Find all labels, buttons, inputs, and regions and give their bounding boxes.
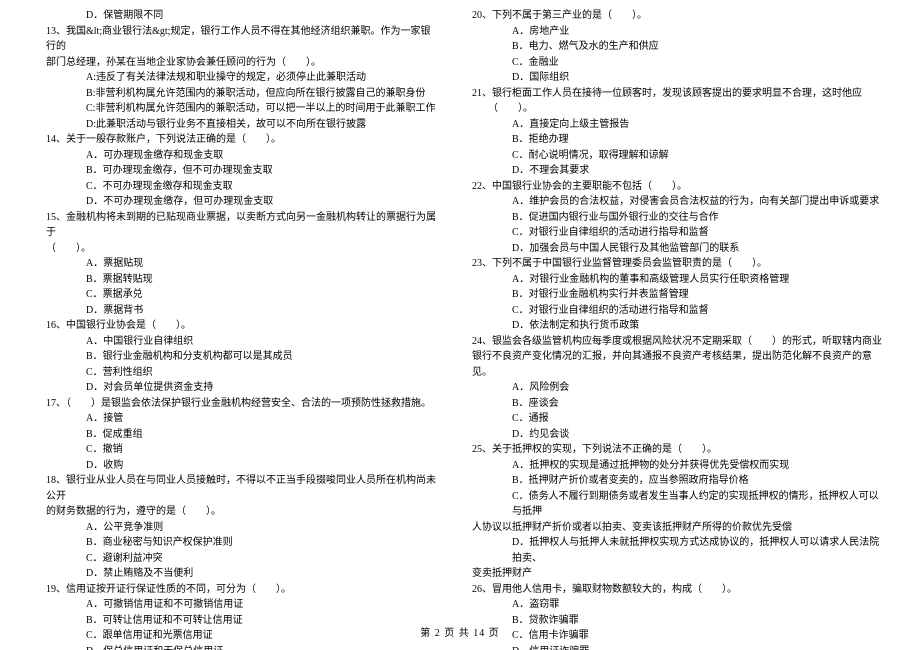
- q17-option-d: D．收购: [38, 458, 438, 474]
- q23-option-d: D．依法制定和执行货币政策: [464, 318, 882, 334]
- q21-stem: 21、银行柜面工作人员在接待一位顾客时，发现该顾客提出的要求明显不合理，这时他应: [464, 86, 882, 102]
- q21-option-a: A．直接定向上级主管报告: [464, 117, 882, 133]
- q14-option-b: B．可办理现金缴存，但不可办理现金支取: [38, 163, 438, 179]
- q16-option-d: D．对会员单位提供资金支持: [38, 380, 438, 396]
- q21-option-c: C．耐心说明情况，取得理解和谅解: [464, 148, 882, 164]
- q13-stem: 13、我国&lt;商业银行法&gt;规定，银行工作人员不得在其他经济组织兼职。作…: [38, 24, 438, 55]
- q18-stem: 18、银行业从业人员在与同业人员接触时，不得以不正当手段掇唆同业人员所在机构尚未…: [38, 473, 438, 504]
- page-footer: 第 2 页 共 14 页: [0, 626, 920, 642]
- q22-option-a: A．维护会员的合法权益，对侵害会员合法权益的行为，向有关部门提出申诉或要求: [464, 194, 882, 210]
- q14-option-d: D．不可办理现金缴存，但可办理现金支取: [38, 194, 438, 210]
- q20-option-c: C．金融业: [464, 55, 882, 71]
- page-body: D．保管期限不同 13、我国&lt;商业银行法&gt;规定，银行工作人员不得在其…: [0, 0, 920, 650]
- q13-option-d: D:此兼职活动与银行业务不直接相关，故可以不向所在银行披露: [38, 117, 438, 133]
- q19-stem: 19、信用证按开证行保证性质的不同，可分为（ ）。: [38, 582, 438, 598]
- q24-option-c: C．通报: [464, 411, 882, 427]
- q15-option-c: C．票据承兑: [38, 287, 438, 303]
- q17-stem: 17、（ ）是银监会依法保护银行业金融机构经营安全、合法的一项预防性拯救措施。: [38, 396, 438, 412]
- right-column: 20、下列不属于第三产业的是（ ）。 A．房地产业 B．电力、燃气及水的生产和供…: [460, 8, 882, 650]
- q26-stem: 26、冒用他人信用卡，骗取财物数额较大的，构成（ ）。: [464, 582, 882, 598]
- q13-stem-cont: 部门总经理，孙某在当地企业家协会兼任顾问的行为（ ）。: [38, 55, 438, 71]
- q22-option-d: D．加强会员与中国人民银行及其他监管部门的联系: [464, 241, 882, 257]
- q23-option-a: A．对银行业金融机构的董事和高级管理人员实行任职资格管理: [464, 272, 882, 288]
- q23-stem: 23、下列不属于中国银行业监督管理委员会监管职责的是（ ）。: [464, 256, 882, 272]
- q25-stem: 25、关于抵押权的实现，下列说法不正确的是（ ）。: [464, 442, 882, 458]
- q12-option-d: D．保管期限不同: [38, 8, 438, 24]
- q13-option-c: C:非营利机构属允许范围内的兼职活动，可以把一半以上的时间用于此兼职工作: [38, 101, 438, 117]
- q20-stem: 20、下列不属于第三产业的是（ ）。: [464, 8, 882, 24]
- q24-stem-cont: 银行不良资产变化情况的汇报，并向其通报不良资产考核结果，提出防范化解不良资产的意…: [464, 349, 882, 380]
- q16-stem: 16、中国银行业协会是（ ）。: [38, 318, 438, 334]
- q15-stem-cont: （ ）。: [38, 241, 438, 257]
- left-column: D．保管期限不同 13、我国&lt;商业银行法&gt;规定，银行工作人员不得在其…: [38, 8, 460, 650]
- q25-option-b: B．抵押财产折价或者变卖的，应当参照政府指导价格: [464, 473, 882, 489]
- q18-option-c: C．避谢利益冲突: [38, 551, 438, 567]
- q18-stem-cont: 的财务数据的行为，遵守的是（ ）。: [38, 504, 438, 520]
- q16-option-c: C．营利性组织: [38, 365, 438, 381]
- q15-option-d: D．票据背书: [38, 303, 438, 319]
- q25-option-a: A．抵押权的实现是通过抵押物的处分并获得优先受偿权而实现: [464, 458, 882, 474]
- q15-stem: 15、金融机构将未到期的已贴现商业票据，以卖断方式向另一金融机构转让的票据行为属…: [38, 210, 438, 241]
- q25-option-d: D．抵押权人与抵押人未就抵押权实现方式达成协议的，抵押权人可以请求人民法院拍卖、: [464, 535, 882, 566]
- q21-stem-cont: （ ）。: [464, 101, 882, 117]
- q15-option-a: A．票据贴现: [38, 256, 438, 272]
- q19-option-a: A．可撤销信用证和不可撤销信用证: [38, 597, 438, 613]
- q20-option-d: D．国际组织: [464, 70, 882, 86]
- q26-option-a: A．盗窃罪: [464, 597, 882, 613]
- q25-option-d-cont: 变卖抵押财产: [464, 566, 882, 582]
- q22-option-c: C．对银行业自律组织的活动进行指导和监督: [464, 225, 882, 241]
- q23-option-c: C．对银行业自律组织的活动进行指导和监督: [464, 303, 882, 319]
- q22-option-b: B．促进国内银行业与国外银行业的交往与合作: [464, 210, 882, 226]
- q20-option-b: B．电力、燃气及水的生产和供应: [464, 39, 882, 55]
- q18-option-d: D．禁止贿赂及不当便利: [38, 566, 438, 582]
- q13-option-b: B:非营利机构属允许范围内的兼职活动，但应向所在银行披露自己的兼职身份: [38, 86, 438, 102]
- q24-option-b: B．座谈会: [464, 396, 882, 412]
- q24-stem: 24、银监会各级监管机构应每季度或根据风险状况不定期采取（ ）的形式，听取辖内商…: [464, 334, 882, 350]
- q18-option-b: B．商业秘密与知识产权保护准则: [38, 535, 438, 551]
- q14-option-c: C．不可办理现金缴存和现金支取: [38, 179, 438, 195]
- q15-option-b: B．票据转贴现: [38, 272, 438, 288]
- q17-option-b: B．促成重组: [38, 427, 438, 443]
- q18-option-a: A．公平竞争准则: [38, 520, 438, 536]
- q23-option-b: B．对银行业金融机构实行并表监督管理: [464, 287, 882, 303]
- q21-option-b: B．拒绝办理: [464, 132, 882, 148]
- q24-option-a: A．风险例会: [464, 380, 882, 396]
- q21-option-d: D．不理会其要求: [464, 163, 882, 179]
- q14-stem: 14、关于一般存款账户，下列说法正确的是（ ）。: [38, 132, 438, 148]
- q22-stem: 22、中国银行业协会的主要职能不包括（ ）。: [464, 179, 882, 195]
- q17-option-a: A．接管: [38, 411, 438, 427]
- q19-option-d: D．保兑信用证和无保兑信用证: [38, 644, 438, 650]
- q14-option-a: A．可办理现金缴存和现金支取: [38, 148, 438, 164]
- q24-option-d: D．约见会谈: [464, 427, 882, 443]
- q26-option-d: D．信用证诈骗罪: [464, 644, 882, 650]
- q20-option-a: A．房地产业: [464, 24, 882, 40]
- q17-option-c: C．撤销: [38, 442, 438, 458]
- q25-option-c: C．债务人不履行到期债务或者发生当事人约定的实现抵押权的情形，抵押权人可以与抵押: [464, 489, 882, 520]
- q25-option-c-cont: 人协议以抵押财产折价或者以拍卖、变卖该抵押财产所得的价款优先受偿: [464, 520, 882, 536]
- q16-option-b: B．银行业金融机构和分支机构都可以是其成员: [38, 349, 438, 365]
- q13-option-a: A:违反了有关法律法规和职业操守的规定，必须停止此兼职活动: [38, 70, 438, 86]
- q16-option-a: A．中国银行业自律组织: [38, 334, 438, 350]
